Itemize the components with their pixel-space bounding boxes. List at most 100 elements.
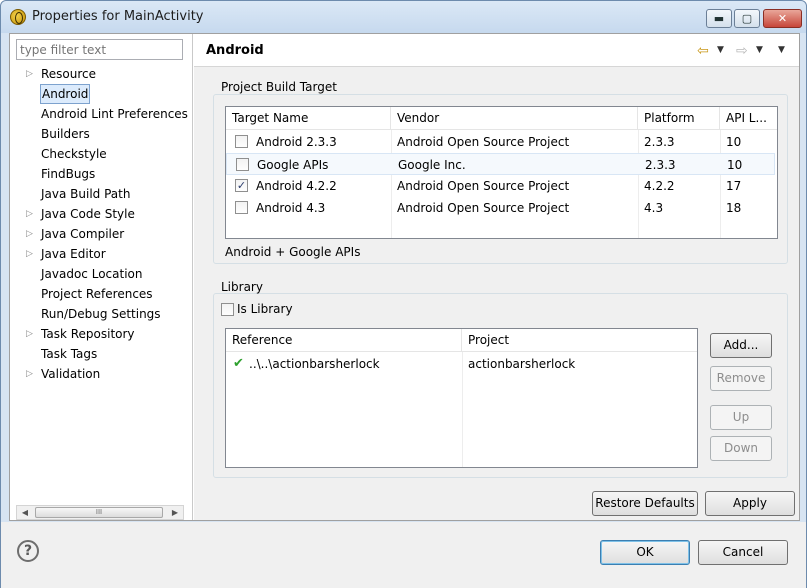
tree-item-label: Task Repository	[41, 327, 135, 341]
help-icon[interactable]: ?	[17, 540, 39, 562]
tree-item[interactable]: Android Lint Preferences	[10, 104, 192, 124]
tree-item[interactable]: Checkstyle	[10, 144, 192, 164]
tree-expand-icon[interactable]: ▷	[26, 64, 36, 84]
is-library-label: Is Library	[237, 302, 293, 316]
tree-item[interactable]: Task Tags	[10, 344, 192, 364]
target-name-cell: Android 4.3	[256, 201, 326, 215]
tree-item-label: Java Editor	[41, 247, 106, 261]
vendor-cell: Android Open Source Project	[397, 201, 570, 215]
build-target-group-label: Project Build Target	[221, 80, 337, 94]
tree-item-label: Javadoc Location	[41, 267, 143, 281]
tree-item[interactable]: ▷ Task Repository	[10, 324, 192, 344]
tree-item-label: FindBugs	[41, 167, 96, 181]
move-down-button[interactable]: Down	[710, 436, 772, 461]
properties-window: Properties for MainActivity ▬ ▢ ✕ ▷ Resou…	[0, 0, 807, 588]
tree-expand-icon[interactable]: ▷	[26, 324, 36, 344]
ok-button[interactable]: OK	[600, 540, 690, 565]
tree-horizontal-scrollbar[interactable]: ◀ III ▶	[16, 505, 184, 520]
tree-item[interactable]: Run/Debug Settings	[10, 304, 192, 324]
column-vendor[interactable]: Vendor	[391, 107, 638, 130]
close-icon: ✕	[777, 12, 788, 25]
back-arrow-icon[interactable]: ⇦	[697, 43, 709, 59]
column-project[interactable]: Project	[462, 329, 697, 352]
filter-input[interactable]	[16, 39, 183, 60]
scroll-thumb[interactable]: III	[35, 507, 163, 518]
tree-expand-icon[interactable]: ▷	[26, 244, 36, 264]
tree-expand-icon[interactable]: ▷	[26, 224, 36, 244]
platform-cell: 2.3.3	[644, 135, 675, 149]
maximize-button[interactable]: ▢	[734, 9, 760, 28]
tree-item[interactable]: ▷ Validation	[10, 364, 192, 384]
minimize-icon: ▬	[713, 12, 725, 25]
apply-button[interactable]: Apply	[705, 491, 795, 516]
dialog-footer: ? OK Cancel	[1, 522, 806, 588]
is-library-checkbox-box[interactable]	[221, 303, 234, 316]
move-up-button[interactable]: Up	[710, 405, 772, 430]
back-menu-chevron-down-icon[interactable]: ▼	[717, 45, 724, 55]
target-checkbox[interactable]	[235, 201, 248, 214]
remove-library-button[interactable]: Remove	[710, 366, 772, 391]
tree-item[interactable]: Android	[10, 84, 192, 104]
table-row[interactable]: Google APIs Google Inc. 2.3.3 10	[226, 153, 775, 175]
scroll-right-icon[interactable]: ▶	[167, 506, 183, 519]
close-button[interactable]: ✕	[763, 9, 802, 28]
tree-item[interactable]: FindBugs	[10, 164, 192, 184]
api-level-cell: 10	[727, 158, 743, 172]
dialog-body: ▷ Resource Android Android Lint Preferences…	[9, 33, 800, 521]
tree-item[interactable]: Builders	[10, 124, 192, 144]
target-name-cell: Google APIs	[257, 158, 329, 172]
table-row[interactable]: Android 4.3 Android Open Source Project 4.…	[226, 197, 777, 219]
scroll-left-icon[interactable]: ◀	[17, 506, 33, 519]
platform-cell: 4.3	[644, 201, 664, 215]
tree-item-label: Android Lint Preferences	[41, 107, 188, 121]
target-checkbox[interactable]: ✓	[235, 179, 248, 192]
maximize-icon: ▢	[741, 12, 753, 25]
table-row[interactable]: ✓ Android 4.2.2 Android Open Source Projec…	[226, 175, 777, 197]
vendor-cell: Android Open Source Project	[397, 179, 570, 193]
tree-expand-icon[interactable]: ▷	[26, 204, 36, 224]
add-library-button[interactable]: Add...	[710, 333, 772, 358]
library-group-label: Library	[221, 280, 263, 294]
title-bar[interactable]: Properties for MainActivity ▬ ▢ ✕	[1, 1, 806, 33]
column-target-name[interactable]: Target Name	[226, 107, 391, 130]
forward-menu-chevron-down-icon[interactable]: ▼	[756, 45, 763, 55]
cancel-button[interactable]: Cancel	[698, 540, 788, 565]
tree-expand-icon[interactable]: ▷	[26, 364, 36, 384]
target-name-cell: Android 4.2.2	[256, 179, 337, 193]
tree-item-label: Java Build Path	[41, 187, 131, 201]
page-title: Android	[206, 43, 264, 58]
preference-tree-panel: ▷ Resource Android Android Lint Preferences…	[10, 34, 193, 520]
library-reference-table[interactable]: Reference Project ✔ ..\..\actionbarsherlo…	[225, 328, 698, 468]
column-platform[interactable]: Platform	[638, 107, 720, 130]
tree-item-label: Android	[40, 84, 91, 104]
target-checkbox[interactable]	[236, 158, 249, 171]
tree-item[interactable]: ▷ Java Code Style	[10, 204, 192, 224]
tree-item[interactable]: ▷ Resource	[10, 64, 192, 84]
android-properties-page: Android ⇦ ▼ ⇨ ▼ ▼ Project Build Target T…	[194, 34, 799, 520]
tree-item[interactable]: Project References	[10, 284, 192, 304]
tree-item[interactable]: Java Build Path	[10, 184, 192, 204]
eclipse-icon	[10, 9, 26, 25]
is-library-checkbox[interactable]: Is Library	[221, 302, 341, 318]
view-menu-icon[interactable]: ▼	[778, 45, 785, 55]
target-checkbox[interactable]	[235, 135, 248, 148]
tree-item[interactable]: ▷ Java Editor	[10, 244, 192, 264]
project-cell: actionbarsherlock	[468, 357, 576, 371]
target-name-cell: Android 2.3.3	[256, 135, 337, 149]
tree-item-label: Builders	[41, 127, 90, 141]
api-level-cell: 10	[726, 135, 742, 149]
column-api-level[interactable]: API L...	[720, 107, 777, 130]
tree-item[interactable]: ▷ Java Compiler	[10, 224, 192, 244]
table-row[interactable]: ✔ ..\..\actionbarsherlock actionbarsherloc…	[226, 353, 697, 375]
tree-item[interactable]: Javadoc Location	[10, 264, 192, 284]
build-target-table[interactable]: Target Name Vendor Platform API L... And…	[225, 106, 778, 239]
tree-item-label: Task Tags	[41, 347, 98, 361]
vendor-cell: Google Inc.	[398, 158, 466, 172]
minimize-button[interactable]: ▬	[706, 9, 732, 28]
table-row[interactable]: Android 2.3.3 Android Open Source Project…	[226, 131, 777, 153]
column-reference[interactable]: Reference	[226, 329, 462, 352]
tree-item-label: Java Code Style	[41, 207, 135, 221]
tree-item-label: Validation	[41, 367, 101, 381]
restore-defaults-button[interactable]: Restore Defaults	[592, 491, 698, 516]
forward-arrow-icon[interactable]: ⇨	[736, 43, 748, 59]
